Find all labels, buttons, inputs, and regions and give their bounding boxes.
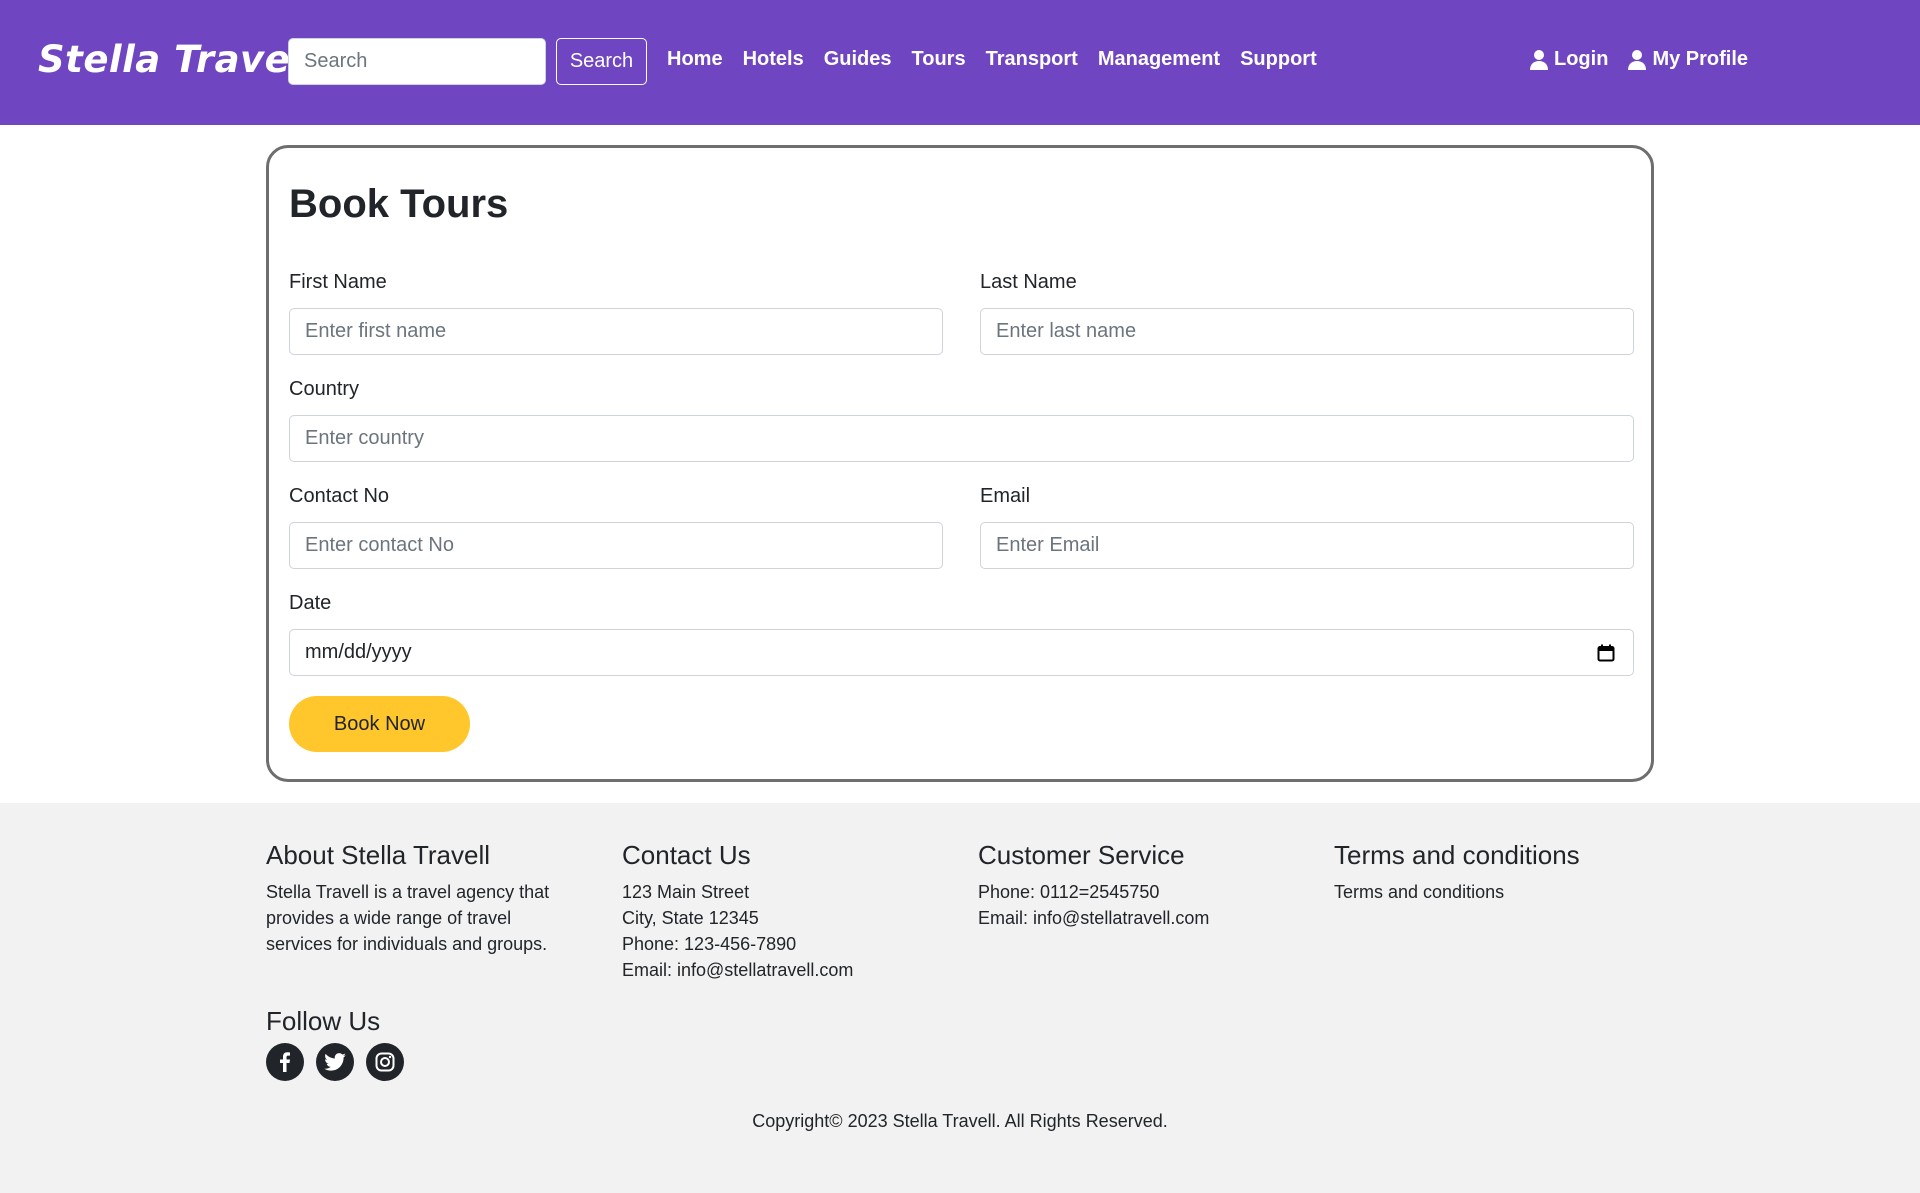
facebook-icon[interactable]	[266, 1043, 304, 1081]
footer-follow: Follow Us	[266, 1006, 404, 1081]
login-link[interactable]: Login	[1530, 48, 1608, 71]
user-icon	[1628, 49, 1647, 70]
contact-no-input[interactable]	[289, 522, 943, 569]
footer-contact-address: 123 Main Street	[622, 882, 750, 902]
footer-terms-title: Terms and conditions	[1334, 840, 1580, 870]
nav-user-area: Login My Profile	[1530, 48, 1768, 71]
book-now-button[interactable]: Book Now	[289, 696, 470, 752]
footer-terms-link[interactable]: Terms and conditions	[1334, 879, 1664, 905]
last-name-input[interactable]	[980, 308, 1634, 355]
nav-link-tours[interactable]: Tours	[912, 48, 966, 71]
navbar: Stella Travel Search Home Hotels Guides …	[0, 0, 1920, 125]
brand-logo[interactable]: Stella Travel	[38, 38, 303, 81]
footer-service-email: Email: info@stellatravell.com	[978, 908, 1210, 928]
search-input[interactable]	[288, 38, 546, 85]
social-links	[266, 1043, 404, 1081]
first-name-label: First Name	[289, 271, 387, 293]
country-input[interactable]	[289, 415, 1634, 462]
footer-contact-phone: Phone: 123-456-7890	[622, 934, 797, 954]
contact-no-label: Contact No	[289, 485, 390, 507]
footer-service: Customer Service Phone: 0112=2545750 Ema…	[978, 840, 1308, 931]
footer-contact-email: Email: info@stellatravell.com	[622, 960, 854, 980]
footer-contact-title: Contact Us	[622, 840, 751, 870]
footer-about-title: About Stella Travell	[266, 840, 491, 870]
country-label: Country	[289, 378, 360, 400]
footer-service-phone: Phone: 0112=2545750	[978, 882, 1160, 902]
nav-link-guides[interactable]: Guides	[824, 48, 892, 71]
my-profile-label: My Profile	[1652, 48, 1749, 70]
booking-form-card: Book Tours First Name Last Name Country …	[266, 145, 1654, 782]
search-button[interactable]: Search	[556, 38, 647, 85]
footer-about-text: Stella Travell is a travel agency that p…	[266, 882, 550, 954]
nav-link-support[interactable]: Support	[1240, 48, 1317, 71]
instagram-icon[interactable]	[366, 1043, 404, 1081]
footer-about: About Stella Travell Stella Travell is a…	[266, 840, 596, 957]
date-input[interactable]: mm/dd/yyyy	[289, 629, 1634, 676]
email-label: Email	[980, 485, 1031, 507]
footer-service-title: Customer Service	[978, 840, 1185, 870]
page-title: Book Tours	[289, 182, 509, 226]
my-profile-link[interactable]: My Profile	[1628, 48, 1748, 71]
calendar-icon[interactable]	[1597, 644, 1615, 662]
first-name-input[interactable]	[289, 308, 943, 355]
footer-contact-city: City, State 12345	[622, 908, 759, 928]
date-value: mm/dd/yyyy	[305, 641, 412, 663]
twitter-icon[interactable]	[316, 1043, 354, 1081]
nav-links: Home Hotels Guides Tours Transport Manag…	[667, 48, 1337, 71]
email-input[interactable]	[980, 522, 1634, 569]
login-label: Login	[1554, 48, 1609, 70]
footer-follow-title: Follow Us	[266, 1006, 381, 1036]
copyright: Copyright© 2023 Stella Travell. All Righ…	[752, 1111, 1168, 1131]
nav-link-home[interactable]: Home	[667, 48, 723, 71]
last-name-label: Last Name	[980, 271, 1077, 293]
nav-link-management[interactable]: Management	[1098, 48, 1220, 71]
footer-contact: Contact Us 123 Main Street City, State 1…	[622, 840, 952, 983]
date-label: Date	[289, 592, 332, 614]
nav-link-hotels[interactable]: Hotels	[743, 48, 804, 71]
nav-link-transport[interactable]: Transport	[986, 48, 1078, 71]
footer-terms: Terms and conditions Terms and condition…	[1334, 840, 1664, 905]
user-icon	[1530, 49, 1548, 70]
footer: About Stella Travell Stella Travell is a…	[0, 803, 1920, 1193]
